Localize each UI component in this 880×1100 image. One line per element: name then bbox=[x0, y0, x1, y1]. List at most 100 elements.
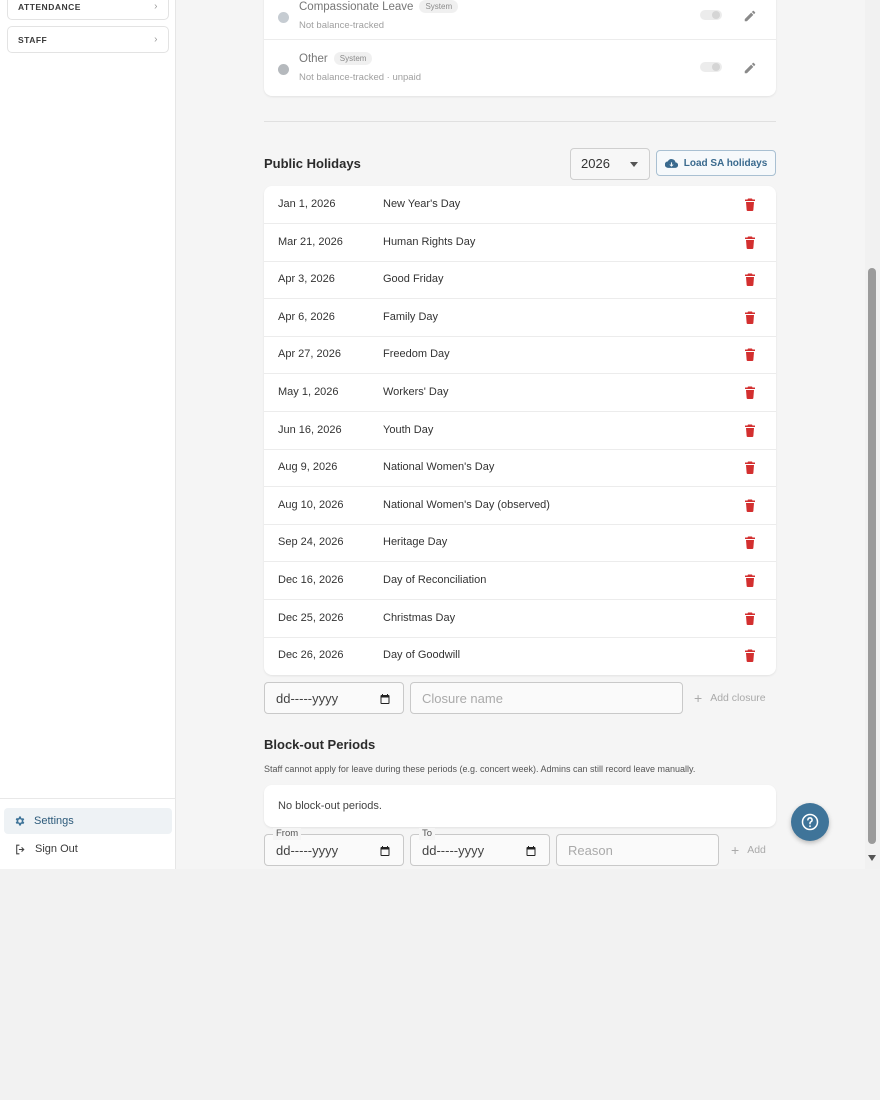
vertical-scrollbar[interactable] bbox=[865, 0, 880, 869]
chevron-right-icon: › bbox=[154, 1, 158, 12]
table-row: Apr 6, 2026 Family Day bbox=[264, 299, 776, 337]
holiday-date: Dec 26, 2026 bbox=[278, 649, 344, 662]
holiday-date: Dec 16, 2026 bbox=[278, 574, 344, 586]
blockout-to-input[interactable]: To dd-----yyyy bbox=[410, 828, 550, 866]
system-badge: System bbox=[333, 52, 373, 65]
trash-icon[interactable] bbox=[744, 198, 756, 211]
holiday-name: Human Rights Day bbox=[383, 235, 476, 248]
holiday-date: Apr 6, 2026 bbox=[278, 310, 335, 323]
help-icon bbox=[801, 813, 819, 831]
blockout-list-card: No block-out periods. bbox=[264, 785, 776, 827]
status-dot bbox=[278, 64, 289, 75]
to-label: To bbox=[419, 828, 436, 840]
list-item: Other System Not balance-tracked · unpaid bbox=[264, 40, 776, 92]
load-sa-holidays-button[interactable]: Load SA holidays bbox=[656, 150, 776, 176]
app-window: ATTENDANCE › STAFF › Settings Sign Out C… bbox=[0, 0, 880, 869]
to-date-value: dd-----yyyy bbox=[422, 843, 485, 858]
sidebar-item-label: ATTENDANCE bbox=[18, 1, 81, 12]
table-row: Aug 9, 2026 National Women's Day bbox=[264, 449, 776, 488]
trash-icon[interactable] bbox=[744, 236, 756, 249]
holiday-date: Jan 1, 2026 bbox=[278, 198, 336, 210]
cloud-download-icon bbox=[664, 158, 678, 168]
calendar-icon[interactable] bbox=[525, 845, 537, 857]
table-row: Jun 16, 2026 Youth Day bbox=[264, 412, 776, 450]
public-holidays-title: Public Holidays bbox=[264, 156, 361, 171]
trash-icon[interactable] bbox=[744, 499, 756, 512]
table-row: May 1, 2026 Workers' Day bbox=[264, 374, 776, 412]
sidebar-item-staff[interactable]: STAFF › bbox=[7, 26, 169, 53]
plus-icon: + bbox=[694, 690, 703, 706]
scrollbar-thumb[interactable] bbox=[868, 268, 876, 844]
holiday-name: Good Friday bbox=[383, 273, 444, 286]
blockout-description: Staff cannot apply for leave during thes… bbox=[264, 764, 696, 774]
holiday-date: Sep 24, 2026 bbox=[278, 536, 344, 549]
sign-out-icon bbox=[16, 844, 25, 854]
pencil-icon[interactable] bbox=[743, 9, 757, 23]
leave-type-name-wrap: Other System bbox=[299, 52, 373, 65]
leave-type-subtitle: Not balance-tracked bbox=[299, 20, 385, 31]
closure-name-placeholder: Closure name bbox=[422, 691, 503, 706]
add-blockout-label: Add bbox=[747, 844, 766, 856]
blockout-title: Block-out Periods bbox=[264, 737, 376, 752]
add-closure-button[interactable]: + Add closure bbox=[694, 690, 766, 706]
leave-type-subtitle: Not balance-tracked · unpaid bbox=[299, 72, 421, 83]
holiday-date: Jun 16, 2026 bbox=[278, 423, 342, 436]
closure-date-input[interactable]: dd-----yyyy bbox=[264, 682, 404, 714]
year-select-value: 2026 bbox=[581, 156, 610, 171]
from-label: From bbox=[273, 828, 302, 840]
blockout-from-input[interactable]: From dd-----yyyy bbox=[264, 828, 404, 866]
holiday-date: Dec 25, 2026 bbox=[278, 611, 344, 624]
leave-type-toggle[interactable] bbox=[700, 10, 722, 20]
year-select[interactable]: 2026 bbox=[570, 148, 650, 180]
trash-icon[interactable] bbox=[744, 424, 756, 437]
sidebar-item-label: STAFF bbox=[18, 34, 48, 45]
closure-name-input[interactable]: Closure name bbox=[410, 682, 683, 714]
table-row: Aug 10, 2026 National Women's Day (observ… bbox=[264, 487, 776, 525]
trash-icon[interactable] bbox=[744, 386, 756, 399]
blockout-empty-text: No block-out periods. bbox=[278, 800, 382, 812]
list-item: Compassionate Leave System Not balance-tr… bbox=[264, 0, 776, 40]
table-row: Mar 21, 2026 Human Rights Day bbox=[264, 224, 776, 262]
sidebar-item-attendance[interactable]: ATTENDANCE › bbox=[7, 0, 169, 20]
holiday-name: Day of Reconciliation bbox=[383, 574, 487, 586]
trash-icon[interactable] bbox=[744, 461, 756, 475]
calendar-icon[interactable] bbox=[379, 693, 391, 705]
sidebar-item-sign-out[interactable]: Sign Out bbox=[4, 836, 172, 862]
reason-placeholder: Reason bbox=[568, 843, 613, 858]
trash-icon[interactable] bbox=[744, 574, 756, 587]
scroll-down-arrow-icon[interactable] bbox=[868, 855, 876, 861]
sidebar-item-label: Settings bbox=[34, 815, 74, 827]
sidebar: ATTENDANCE › STAFF › Settings Sign Out bbox=[0, 0, 176, 869]
trash-icon[interactable] bbox=[744, 649, 756, 663]
trash-icon[interactable] bbox=[744, 536, 756, 550]
table-row: Jan 1, 2026 New Year's Day bbox=[264, 186, 776, 224]
holiday-name: Freedom Day bbox=[383, 348, 450, 361]
trash-icon[interactable] bbox=[744, 311, 756, 324]
blockout-reason-input[interactable]: Reason bbox=[556, 834, 719, 866]
calendar-icon[interactable] bbox=[379, 845, 391, 857]
holiday-date: Apr 3, 2026 bbox=[278, 273, 335, 286]
help-button[interactable] bbox=[791, 803, 829, 841]
add-blockout-button[interactable]: + Add bbox=[731, 842, 766, 858]
trash-icon[interactable] bbox=[744, 273, 756, 287]
closure-date-value: dd-----yyyy bbox=[276, 691, 339, 706]
holiday-name: Workers' Day bbox=[383, 386, 449, 398]
leave-type-name: Compassionate Leave bbox=[299, 1, 414, 13]
plus-icon: + bbox=[731, 842, 740, 858]
sidebar-item-settings[interactable]: Settings bbox=[4, 808, 172, 834]
system-badge: System bbox=[419, 0, 459, 13]
holiday-name: Day of Goodwill bbox=[383, 649, 461, 662]
caret-down-icon bbox=[630, 162, 638, 167]
holiday-name: Family Day bbox=[383, 310, 439, 323]
pencil-icon[interactable] bbox=[743, 61, 757, 75]
holidays-table: Jan 1, 2026 New Year's Day Mar 21, 2026 Hum… bbox=[264, 186, 776, 675]
add-closure-label: Add closure bbox=[710, 692, 766, 704]
holiday-date: Aug 10, 2026 bbox=[278, 498, 344, 511]
table-row: Dec 16, 2026 Day of Reconciliation bbox=[264, 562, 776, 600]
table-row: Sep 24, 2026 Heritage Day bbox=[264, 524, 776, 563]
holiday-name: National Women's Day bbox=[383, 461, 495, 474]
trash-icon[interactable] bbox=[744, 348, 756, 362]
leave-types-card: Compassionate Leave System Not balance-tr… bbox=[264, 0, 776, 96]
trash-icon[interactable] bbox=[744, 612, 756, 625]
leave-type-toggle[interactable] bbox=[700, 62, 722, 72]
